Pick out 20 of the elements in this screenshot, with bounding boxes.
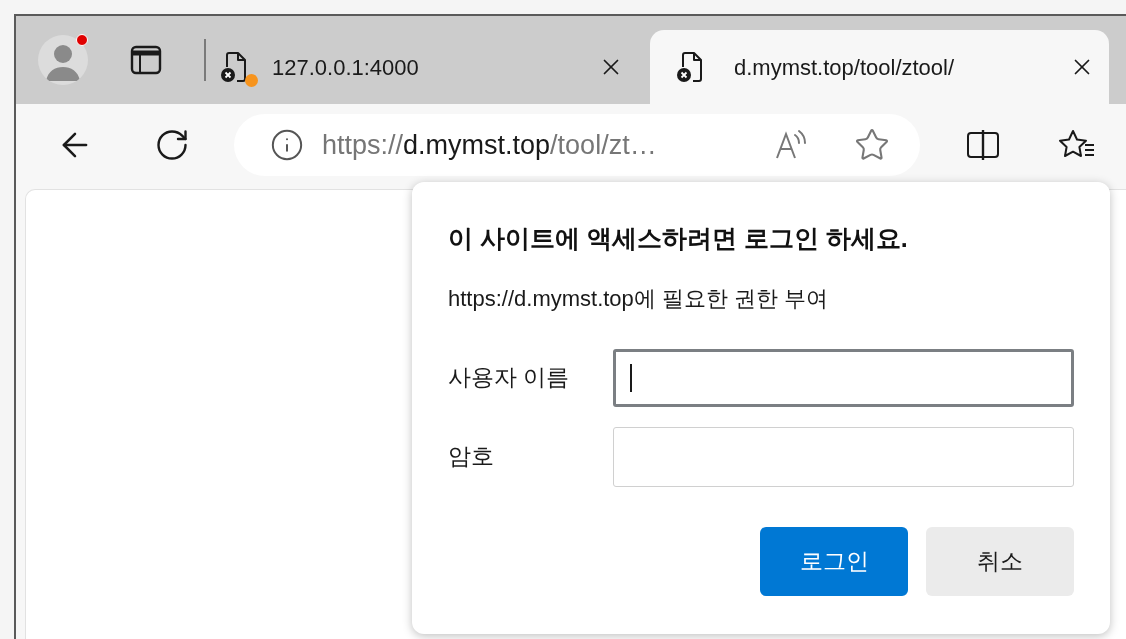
profile-avatar[interactable]: [38, 35, 88, 85]
split-screen-icon[interactable]: [966, 128, 1000, 162]
address-bar[interactable]: https://d.mymst.top/tool/zt…: [234, 114, 920, 176]
url-text: https://d.mymst.top/tool/zt…: [322, 128, 658, 162]
tab-actions-icon[interactable]: [130, 44, 162, 76]
dialog-subtitle: https://d.mymst.top에 필요한 권한 부여: [448, 284, 830, 313]
dialog-title: 이 사이트에 액세스하려면 로그인 하세요.: [448, 223, 909, 254]
info-icon[interactable]: [270, 128, 304, 162]
refresh-icon[interactable]: [154, 127, 190, 163]
browser-tab[interactable]: d.mymst.top/tool/ztool/: [650, 30, 1109, 104]
read-aloud-icon[interactable]: [774, 129, 808, 161]
text-cursor: [629, 363, 632, 392]
input-field[interactable]: [612, 348, 1074, 407]
field-label: 사용자 이름: [448, 363, 571, 393]
login-button[interactable]: 로그인: [760, 526, 908, 596]
tab-title: 127.0.0.1:4000: [272, 53, 420, 82]
favorite-star-icon[interactable]: [854, 127, 890, 163]
cancel-button[interactable]: 취소: [926, 526, 1074, 596]
field-label: 암호: [448, 442, 495, 472]
tab-title: d.mymst.top/tool/ztool/: [734, 53, 956, 82]
